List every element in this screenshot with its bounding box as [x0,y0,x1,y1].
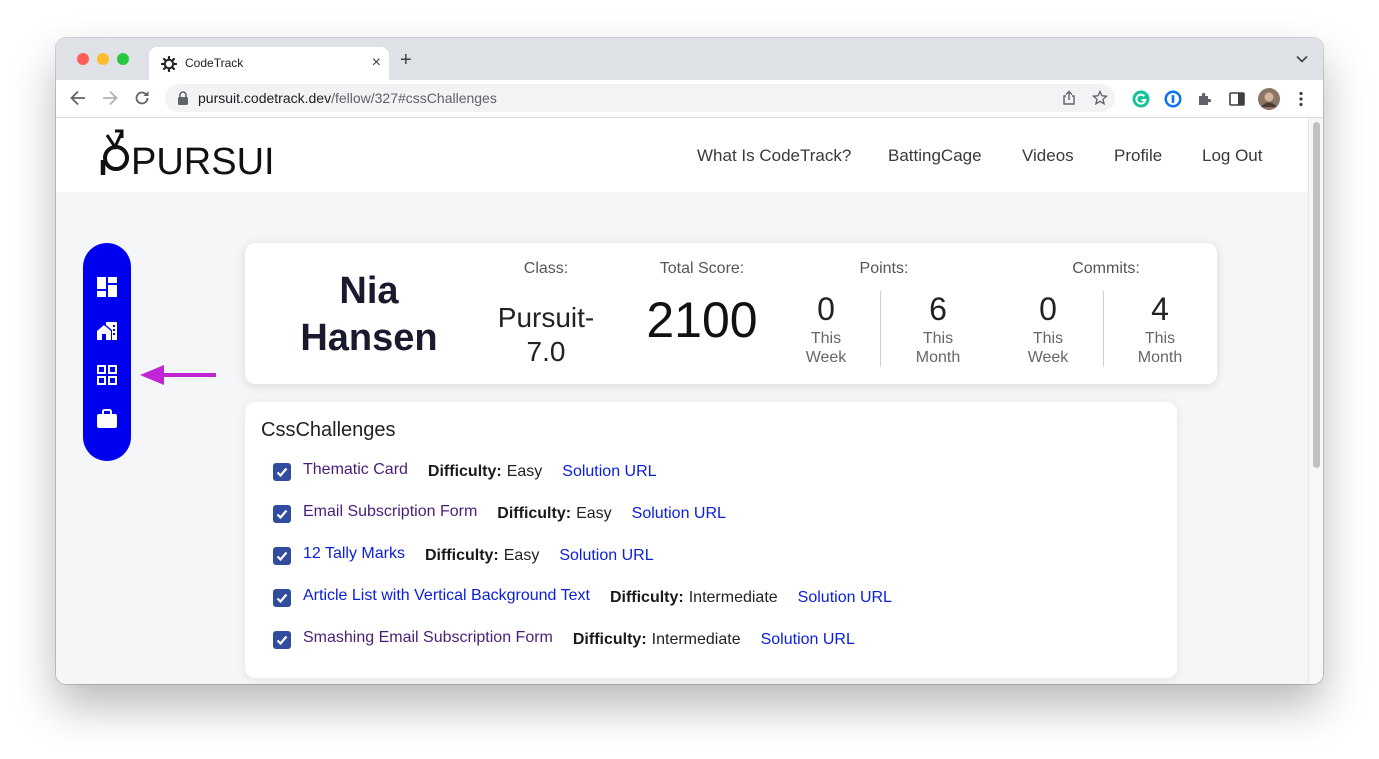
divider [880,291,881,367]
challenge-link[interactable]: Email Subscription Form [303,503,477,521]
checkmark-icon [276,593,288,604]
challenge-link[interactable]: Thematic Card [303,461,408,479]
nav-log-out[interactable]: Log Out [1202,146,1263,166]
difficulty-label: Difficulty: [424,547,499,564]
difficulty-label: Difficulty: [609,589,684,606]
minimize-window-button[interactable] [97,53,109,65]
difficulty-label: Difficulty: [427,463,502,480]
checkmark-icon [276,467,288,478]
commits-month-caption: This Month [1137,330,1183,366]
checkmark-icon [276,635,288,646]
solution-url-link[interactable]: Solution URL [798,589,892,607]
total-score-value: 2100 [646,292,758,348]
nav-videos[interactable]: Videos [1022,146,1074,166]
pursuit-logo[interactable]: PURSUIT [98,127,273,177]
checkmark-icon [276,551,288,562]
completed-checkbox[interactable] [273,463,291,481]
nav-battingcage[interactable]: BattingCage [888,146,982,166]
challenge-row: Thematic Card Difficulty: Easy Solution … [273,459,657,485]
page-content: PURSUIT What Is CodeTrack? BattingCage V… [56,118,1308,684]
chevron-down-icon[interactable] [1295,52,1309,66]
difficulty-label: Difficulty: [497,505,572,522]
grid-view-icon[interactable] [96,364,118,386]
dashboard-icon[interactable] [96,276,118,298]
challenge-row: 12 Tally Marks Difficulty: Easy Solution… [273,543,654,569]
commits-label: Commits: [1072,260,1140,277]
solution-url-link[interactable]: Solution URL [559,547,653,565]
css-challenges-section: CssChallenges Thematic Card Difficulty: … [245,402,1177,678]
completed-checkbox[interactable] [273,547,291,565]
challenge-link[interactable]: Smashing Email Subscription Form [303,629,553,647]
checkmark-icon [276,509,288,520]
completed-checkbox[interactable] [273,505,291,523]
challenge-row: Article List with Vertical Background Te… [273,585,892,611]
commits-month-value: 4 [1151,291,1169,327]
grammarly-icon[interactable] [1132,90,1150,108]
home-work-icon[interactable] [96,320,118,342]
close-tab-icon[interactable]: × [372,54,381,72]
class-value: Pursuit- 7.0 [497,302,595,367]
share-icon[interactable] [1061,90,1077,106]
maximize-window-button[interactable] [117,53,129,65]
total-score-label: Total Score: [659,260,745,277]
points-label: Points: [859,260,909,277]
class-label: Class: [523,260,569,277]
fellow-last-name: Hansen [300,317,438,359]
gear-icon [161,56,177,72]
browser-tab[interactable]: CodeTrack × [149,47,389,80]
new-tab-icon[interactable]: + [400,50,412,70]
difficulty-value: Easy [506,463,543,480]
extensions-icon[interactable] [1196,90,1214,108]
points-month-caption: This Month [915,330,961,366]
star-icon[interactable] [1092,90,1108,106]
difficulty-value: Easy [503,547,540,564]
difficulty-value: Intermediate [651,631,741,648]
lock-icon [178,91,188,105]
close-window-button[interactable] [77,53,89,65]
divider [1103,291,1104,367]
difficulty-value: Easy [576,505,612,522]
page-scrollbar[interactable] [1308,118,1323,684]
tab-strip: CodeTrack × + [56,38,1323,80]
side-panel-icon[interactable] [1228,90,1246,108]
completed-checkbox[interactable] [273,631,291,649]
sidebar-nav [83,243,131,461]
pointer-arrow-icon [140,365,216,385]
tab-title: CodeTrack [185,56,244,70]
reload-icon[interactable] [132,88,152,108]
section-title: CssChallenges [261,419,396,441]
fellow-first-name: Nia [339,270,399,312]
profile-avatar-icon[interactable] [1258,88,1280,110]
challenge-row: Smashing Email Subscription Form Difficu… [273,627,855,653]
site-header: PURSUIT What Is CodeTrack? BattingCage V… [56,118,1308,192]
nav-what-is-codetrack[interactable]: What Is CodeTrack? [697,146,851,166]
browser-toolbar: pursuit.codetrack.dev/fellow/327#cssChal… [56,80,1323,118]
solution-url-link[interactable]: Solution URL [761,631,855,649]
points-week-value: 0 [817,291,835,327]
solution-url-link[interactable]: Solution URL [632,505,726,523]
forward-arrow-icon[interactable] [100,88,120,108]
address-bar[interactable]: pursuit.codetrack.dev/fellow/327#cssChal… [165,84,1115,112]
more-menu-icon[interactable] [1292,90,1310,108]
points-week-caption: This Week [805,330,847,366]
challenge-link[interactable]: Article List with Vertical Background Te… [303,587,590,605]
commits-week-caption: This Week [1027,330,1069,366]
points-month-value: 6 [929,291,947,327]
svg-text:PURSUIT: PURSUIT [131,141,273,177]
challenge-row: Email Subscription Form Difficulty: Easy… [273,501,726,527]
challenge-link[interactable]: 12 Tally Marks [303,545,405,563]
browser-window: CodeTrack × + pursuit.codetrack.dev/fell… [56,38,1323,684]
profile-summary-card: Nia Hansen Class: Pursuit- 7.0 Total Sco… [245,243,1217,384]
url-text: pursuit.codetrack.dev/fellow/327#cssChal… [198,90,497,106]
nav-profile[interactable]: Profile [1114,146,1162,166]
difficulty-label: Difficulty: [572,631,647,648]
briefcase-icon[interactable] [96,408,118,430]
difficulty-value: Intermediate [688,589,778,606]
commits-week-value: 0 [1039,291,1057,327]
password-manager-icon[interactable] [1164,90,1182,108]
solution-url-link[interactable]: Solution URL [562,463,656,481]
scrollbar-thumb[interactable] [1313,122,1320,468]
completed-checkbox[interactable] [273,589,291,607]
back-arrow-icon[interactable] [68,88,88,108]
